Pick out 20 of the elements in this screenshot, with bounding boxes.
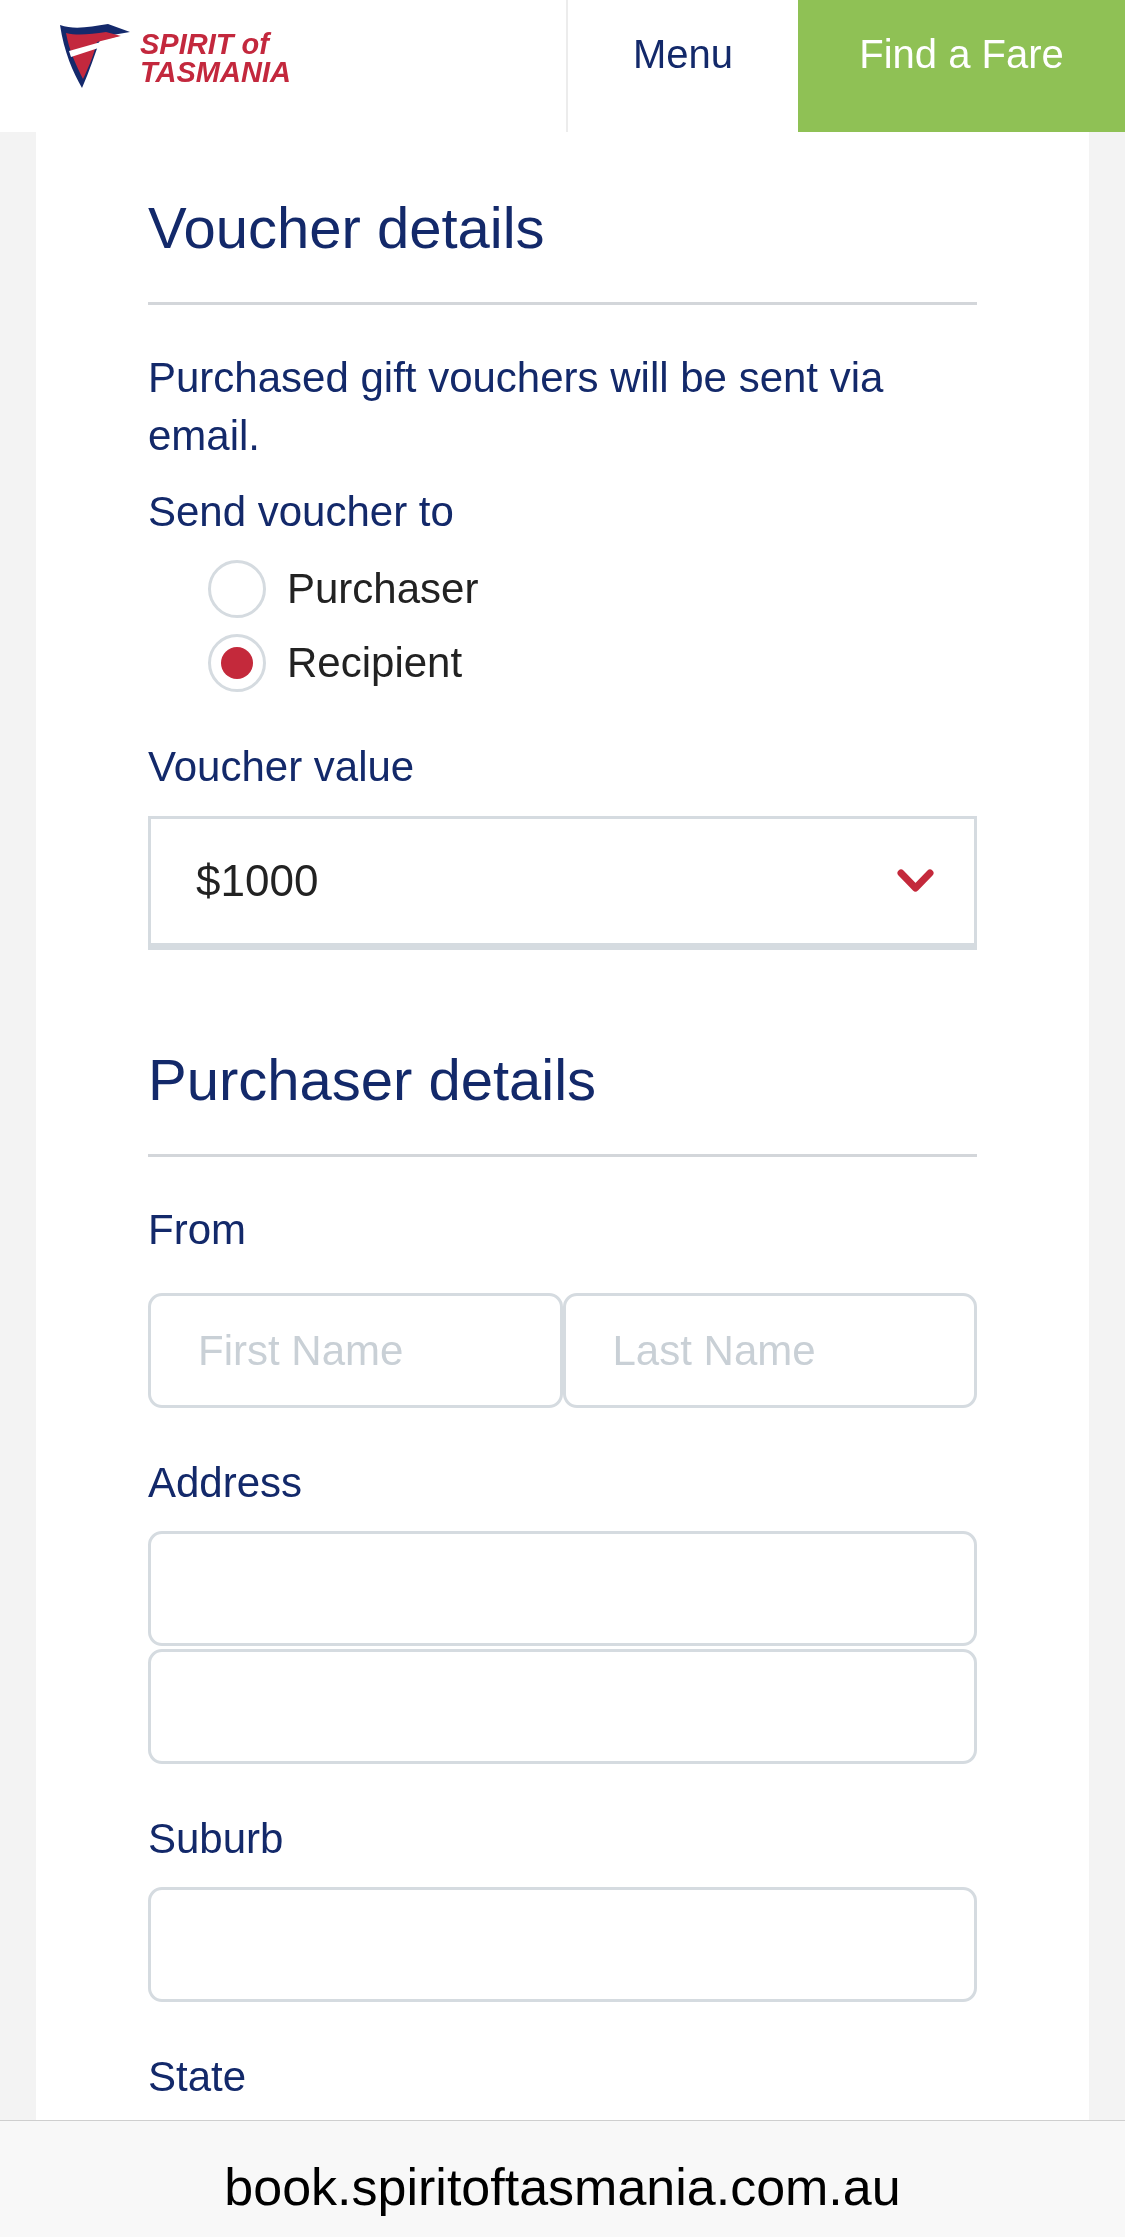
radio-button[interactable]	[208, 560, 266, 618]
field-label: Address	[148, 1458, 304, 1508]
radio-label[interactable]: Purchaser	[287, 560, 479, 618]
field-label: From	[148, 1205, 247, 1255]
field-label: Send voucher to	[148, 487, 455, 537]
field-label: Voucher value	[148, 742, 416, 792]
text-input-field[interactable]	[148, 1531, 977, 1646]
shield-icon	[60, 24, 130, 88]
logo-text: TASMANIA	[140, 58, 291, 86]
info-text: Purchased gift vouchers will be sent via email.	[148, 353, 885, 461]
field-label: Suburb	[148, 1814, 285, 1864]
radio-button[interactable]	[208, 634, 266, 692]
chevron-down-icon	[897, 868, 934, 894]
section-heading: Voucher details	[148, 194, 546, 262]
select-field[interactable]: $1000	[148, 816, 977, 950]
section-heading: Purchaser details	[148, 1046, 598, 1114]
field-label: State	[148, 2052, 248, 2102]
text-input-field[interactable]	[148, 1649, 977, 1764]
text-input-field[interactable]	[148, 1887, 977, 2002]
radio-label[interactable]: Recipient	[287, 634, 463, 692]
